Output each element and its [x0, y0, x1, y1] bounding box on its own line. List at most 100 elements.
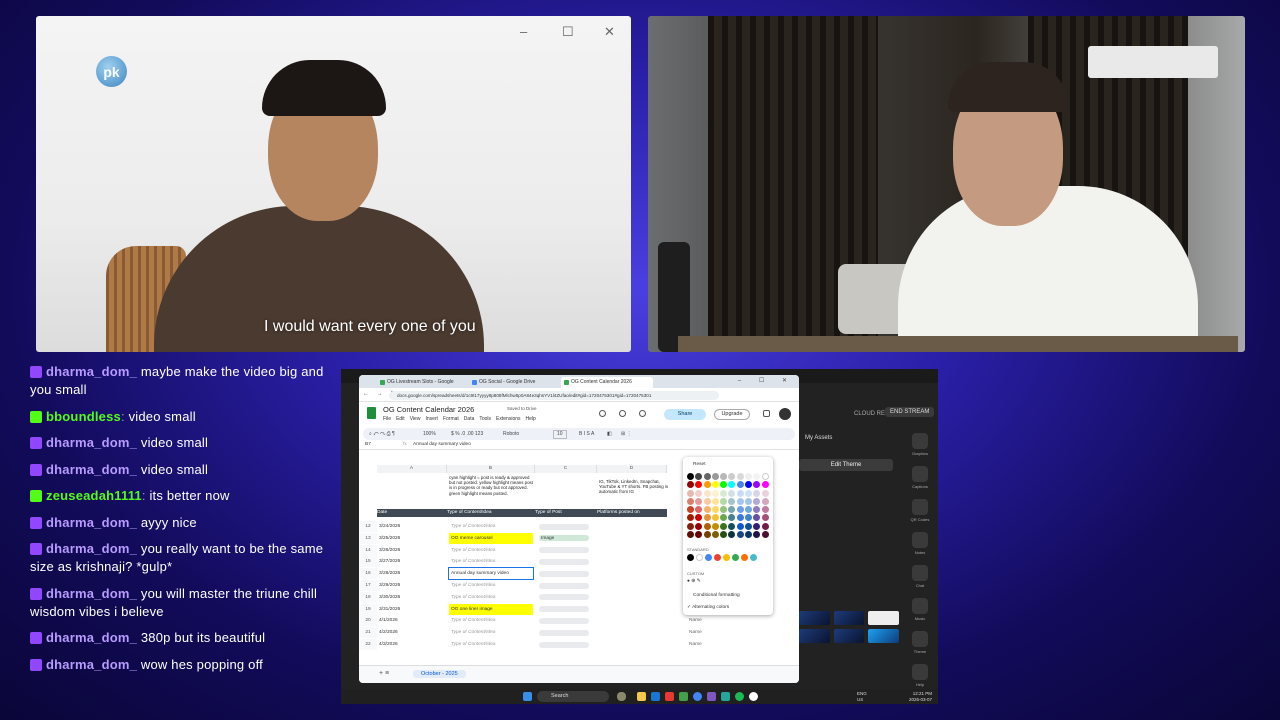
color-swatch[interactable]: [687, 531, 694, 539]
standard-color-swatch[interactable]: [741, 554, 748, 561]
color-swatch[interactable]: [736, 514, 744, 522]
color-swatch[interactable]: [761, 514, 769, 522]
color-swatch[interactable]: [687, 473, 694, 480]
color-swatch[interactable]: [695, 481, 703, 489]
color-swatch[interactable]: [720, 522, 728, 530]
standard-color-swatch[interactable]: [687, 554, 694, 561]
color-swatch[interactable]: [761, 489, 769, 497]
browser-tab-active[interactable]: OG Content Calendar 2026: [561, 377, 653, 388]
color-swatch[interactable]: [695, 522, 703, 530]
color-swatch[interactable]: [720, 473, 728, 480]
type-of-post-dropdown[interactable]: [539, 582, 589, 589]
cell-reference[interactable]: B7: [365, 440, 371, 450]
content-cell[interactable]: OG one liner image: [449, 603, 533, 615]
header-date[interactable]: Date: [377, 509, 447, 517]
date-cell[interactable]: 4/2/2026: [379, 627, 445, 638]
row-number[interactable]: 16: [359, 568, 377, 580]
row-number[interactable]: 17: [359, 580, 377, 591]
type-of-post-dropdown[interactable]: [539, 558, 589, 565]
color-swatch[interactable]: [687, 481, 694, 489]
menu-item-data[interactable]: Data: [464, 416, 475, 422]
date-cell[interactable]: 3/26/2026: [379, 545, 445, 556]
color-swatch[interactable]: [753, 531, 761, 539]
menu-item-view[interactable]: View: [410, 416, 421, 422]
my-assets-dropdown[interactable]: My Assets: [805, 435, 832, 441]
color-swatch[interactable]: [687, 506, 694, 514]
date-cell[interactable]: 3/28/2026: [379, 568, 445, 579]
theme-thumbnail[interactable]: [868, 629, 899, 643]
color-swatch[interactable]: [753, 506, 761, 514]
fill-color-icon[interactable]: ◧: [607, 428, 612, 440]
type-of-post-dropdown[interactable]: [539, 606, 589, 613]
custom-color-add-icon[interactable]: ● ⊕ ✎: [687, 579, 701, 584]
add-sheet-icon[interactable]: + ≡: [379, 670, 389, 677]
type-of-post-dropdown[interactable]: [539, 641, 589, 648]
date-cell[interactable]: 3/31/2026: [379, 604, 445, 615]
color-swatch[interactable]: [728, 497, 736, 505]
content-cell[interactable]: OG meme carousel: [449, 532, 533, 544]
font-select[interactable]: Roboto: [503, 428, 519, 440]
content-cell[interactable]: Type of Content/Idea: [449, 545, 533, 556]
color-swatch[interactable]: [736, 531, 744, 539]
color-swatch[interactable]: [711, 481, 719, 489]
standard-color-swatch[interactable]: [750, 554, 757, 561]
color-swatch[interactable]: [753, 481, 761, 489]
document-title[interactable]: OG Content Calendar 2026: [383, 405, 474, 414]
color-swatch[interactable]: [728, 531, 736, 539]
color-swatch[interactable]: [720, 481, 728, 489]
side-nav-icon[interactable]: [912, 565, 928, 581]
color-swatch[interactable]: [687, 522, 694, 530]
platforms-note-cell[interactable]: IG, TikTok, LinkedIn, Snapchat, YouTube …: [599, 479, 669, 507]
type-of-post-dropdown[interactable]: [539, 523, 589, 530]
side-nav-icon[interactable]: [912, 598, 928, 614]
color-swatch[interactable]: [753, 489, 761, 497]
widget-icon[interactable]: [617, 692, 626, 701]
content-cell[interactable]: Type of Content/Idea: [449, 627, 533, 638]
color-swatch[interactable]: [753, 473, 761, 480]
color-swatch[interactable]: [703, 506, 711, 514]
color-swatch[interactable]: [745, 489, 753, 497]
name-chip[interactable]: Name: [689, 627, 719, 638]
side-nav-icon[interactable]: [912, 631, 928, 647]
date-cell[interactable]: 4/3/2026: [379, 639, 445, 650]
color-swatch[interactable]: [695, 506, 703, 514]
name-chip[interactable]: Name: [689, 639, 719, 650]
type-of-post-dropdown[interactable]: [539, 617, 589, 624]
sheets-logo-icon[interactable]: [367, 407, 376, 419]
color-swatch[interactable]: [753, 514, 761, 522]
maximize-icon[interactable]: ☐: [562, 24, 574, 40]
color-swatch[interactable]: [711, 522, 719, 530]
alternating-colors-option[interactable]: ✓ Alternating colors: [687, 605, 729, 610]
app-icon[interactable]: [749, 692, 758, 701]
spotify-icon[interactable]: [735, 692, 744, 701]
color-swatch[interactable]: [761, 473, 769, 480]
menu-item-help[interactable]: Help: [526, 416, 536, 422]
color-swatch[interactable]: [703, 531, 711, 539]
color-swatch[interactable]: [728, 473, 736, 480]
gemini-icon[interactable]: [763, 410, 770, 417]
column-header[interactable]: C: [535, 465, 597, 473]
end-stream-button[interactable]: END STREAM: [885, 407, 935, 417]
row-number[interactable]: 13: [359, 532, 377, 544]
side-nav-icon[interactable]: [912, 433, 928, 449]
menu-item-tools[interactable]: Tools: [479, 416, 491, 422]
content-cell[interactable]: Type of Content/Idea: [449, 556, 533, 567]
content-cell[interactable]: Type of Content/Idea: [449, 615, 533, 626]
row-number[interactable]: 15: [359, 556, 377, 568]
color-swatch[interactable]: [720, 514, 728, 522]
date-cell[interactable]: 3/30/2026: [379, 592, 445, 603]
standard-color-swatch[interactable]: [714, 554, 721, 561]
conditional-formatting-option[interactable]: Conditional formatting: [693, 593, 740, 598]
color-swatch[interactable]: [711, 506, 719, 514]
color-swatch[interactable]: [761, 531, 769, 539]
number-format-icons[interactable]: $ % .0 .00 123: [451, 428, 483, 440]
color-swatch[interactable]: [703, 473, 711, 480]
avatar[interactable]: [779, 408, 791, 420]
standard-color-swatch[interactable]: [696, 554, 703, 561]
row-number[interactable]: 14: [359, 544, 377, 556]
type-of-post-dropdown[interactable]: [539, 629, 589, 636]
content-cell[interactable]: Type of Content/Idea: [449, 639, 533, 650]
color-swatch[interactable]: [753, 497, 761, 505]
menu-item-format[interactable]: Format: [443, 416, 459, 422]
color-swatch[interactable]: [720, 489, 728, 497]
